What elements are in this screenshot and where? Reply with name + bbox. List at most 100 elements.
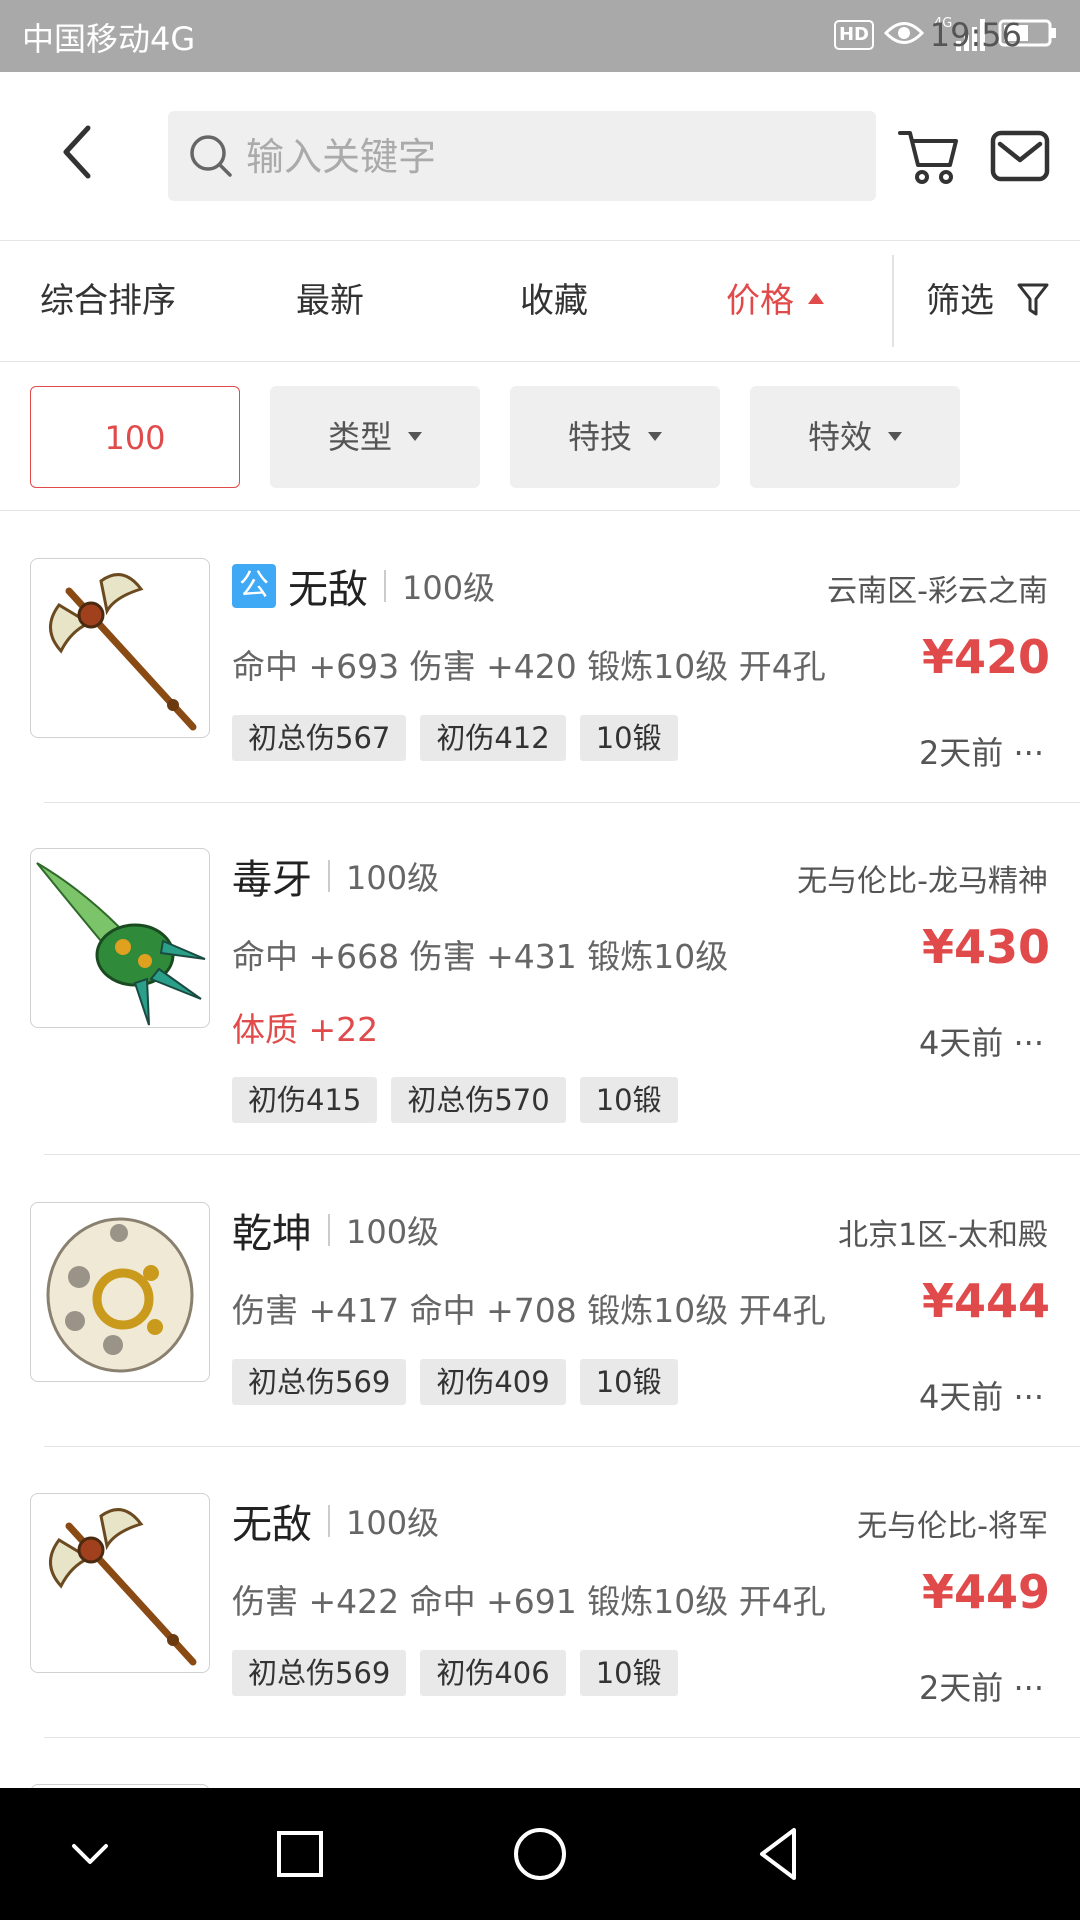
divider [328,860,330,892]
sort-bar: 综合排序 最新 收藏 价格 筛选 [0,241,1080,362]
chip-level[interactable]: 100 [30,386,240,488]
sort-ascending-icon [808,293,824,304]
sort-tab-newest[interactable]: 最新 [296,241,364,361]
list-item[interactable]: 乾坤 100级 北京1区-太和殿 伤害 +417 命中 +708 锻炼10级 开… [0,1202,1080,1447]
item-level: 100级 [346,1213,440,1251]
circle-icon [514,1828,566,1880]
sort-tab-price[interactable]: 价格 [726,241,824,361]
item-name: 无敌 [232,1502,312,1548]
item-tags: 初伤415 初总伤570 10锻 [232,1077,678,1123]
mail-icon [990,130,1050,182]
divider [44,1446,1080,1447]
carrier-label: 中国移动4G [22,20,196,58]
nav-home-button[interactable] [504,1818,576,1890]
item-time[interactable]: 2天前 ··· [919,1663,1044,1709]
item-time[interactable]: 2天前 ··· [919,728,1044,774]
system-nav-bar [0,1788,1080,1920]
top-bar [0,72,1080,241]
nav-recents-button[interactable] [264,1818,336,1890]
item-server: 北京1区-太和殿 [838,1218,1048,1253]
item-thumbnail [30,558,210,738]
sort-tab-favorites[interactable]: 收藏 [520,241,588,361]
tag: 10锻 [579,1650,678,1696]
caret-down-icon [648,431,662,441]
chip-label: 特技 [567,418,632,456]
cart-button[interactable] [898,127,960,187]
sort-tab-label: 收藏 [520,281,588,321]
tag: 初总伤569 [232,1650,407,1696]
tag: 初总伤569 [232,1359,407,1405]
back-button[interactable] [50,112,110,192]
chip-label: 特效 [807,418,872,456]
item-name: 无敌 [288,567,368,613]
square-icon [277,1831,323,1877]
divider [44,1737,1080,1738]
nav-back-button[interactable] [744,1818,816,1890]
item-thumbnail [30,1202,210,1382]
item-price: ¥430 [921,920,1050,974]
item-price: ¥449 [921,1565,1050,1619]
tag: 10锻 [579,1359,678,1405]
item-attributes: 命中 +693 伤害 +420 锻炼10级 开4孔 [232,647,826,686]
clock: 19:56 [929,16,1022,54]
official-badge: 公 [232,564,276,608]
filter-label: 筛选 [926,281,994,321]
sort-tab-comprehensive[interactable]: 综合排序 [40,241,176,361]
chip-special-effect[interactable]: 特效 [750,386,960,488]
filter-button[interactable]: 筛选 [926,241,1049,361]
search-input[interactable] [244,111,848,203]
divider [328,1505,330,1537]
item-name: 乾坤 [232,1211,312,1257]
item-title-row: 公 无敌 100级 [232,558,495,614]
item-time[interactable]: 4天前 ··· [919,1018,1044,1064]
list-item[interactable]: 毒牙 100级 无与伦比-龙马精神 命中 +668 伤害 +431 锻炼10级 … [0,848,1080,1155]
item-level: 100级 [346,859,440,897]
item-attributes: 伤害 +417 命中 +708 锻炼10级 开4孔 [232,1291,826,1330]
item-attributes: 命中 +668 伤害 +431 锻炼10级 [232,937,729,976]
item-thumbnail [30,1493,210,1673]
list-item[interactable]: 公 无敌 100级 云南区-彩云之南 命中 +693 伤害 +420 锻炼10级… [0,558,1080,803]
item-tags: 初总伤569 初伤406 10锻 [232,1650,678,1696]
chip-special-skill[interactable]: 特技 [510,386,720,488]
divider [384,570,386,602]
sort-tab-label: 最新 [296,281,364,321]
tag: 10锻 [579,715,678,761]
divider [328,1214,330,1246]
item-title-row: 毒牙 100级 [232,848,439,904]
filter-chip-bar: 100 类型 特技 特效 [0,362,1080,511]
list-item[interactable]: 无敌 100级 无与伦比-将军 伤害 +422 命中 +691 锻炼10级 开4… [0,1493,1080,1738]
triangle-back-icon [760,1828,796,1880]
chip-label: 100 [104,419,166,457]
item-server: 无与伦比-龙马精神 [797,864,1048,899]
item-attributes: 伤害 +422 命中 +691 锻炼10级 开4孔 [232,1582,826,1621]
chip-type[interactable]: 类型 [270,386,480,488]
tag: 初伤412 [420,715,566,761]
search-box[interactable] [168,111,876,203]
tag: 初伤406 [420,1650,566,1696]
item-time[interactable]: 4天前 ··· [919,1372,1044,1418]
sort-tab-label: 综合排序 [40,281,176,321]
fang-claw-icon [36,862,206,1026]
item-title-row: 无敌 100级 [232,1493,439,1549]
chevron-down-icon [72,1844,108,1864]
caret-down-icon [408,431,422,441]
tag: 初总伤570 [391,1077,566,1123]
tag: 初伤409 [420,1359,566,1405]
nav-hide-button[interactable] [54,1818,126,1890]
item-tags: 初总伤569 初伤409 10锻 [232,1359,678,1405]
caret-down-icon [888,431,902,441]
item-thumbnail [30,848,210,1028]
item-price: ¥444 [921,1274,1050,1328]
tag: 10锻 [579,1077,678,1123]
divider [892,255,894,347]
ring-blade-icon [46,1217,194,1373]
item-price: ¥420 [921,630,1050,684]
divider [44,802,1080,803]
message-button[interactable] [990,130,1050,182]
item-server: 无与伦比-将军 [857,1509,1048,1544]
sort-tab-label: 价格 [726,281,794,321]
hd-icon: HD [833,20,874,50]
item-extra-attribute: 体质 +22 [232,1010,379,1049]
divider [44,1154,1080,1155]
search-icon [190,135,232,177]
